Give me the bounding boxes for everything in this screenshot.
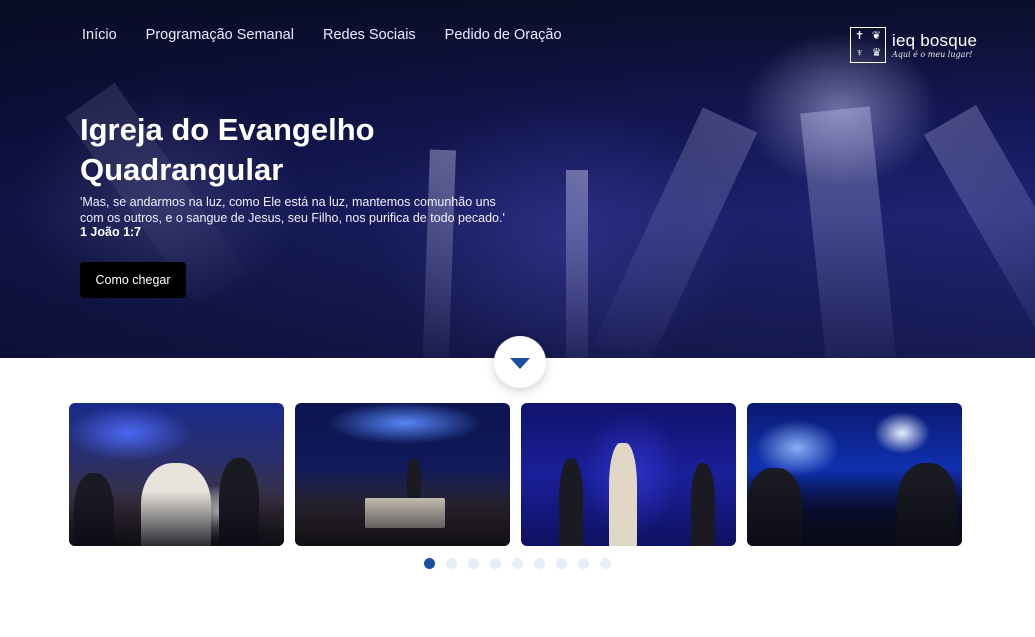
carousel-photo-worship-congregation[interactable]: [69, 403, 284, 546]
nav-item-programacao-semanal[interactable]: Programação Semanal: [146, 27, 294, 43]
logo-emblem: ✝ ❦ ♆ ♛: [850, 27, 886, 63]
crowd-shadow: [69, 491, 284, 546]
hero-title-line1: Igreja do Evangelho: [80, 112, 375, 147]
main-nav: Início Programação Semanal Redes Sociais…: [82, 27, 562, 43]
cup-icon: ♆: [855, 47, 864, 59]
crown-icon: ♛: [871, 47, 882, 59]
hero-title: Igreja do Evangelho Quadrangular: [80, 110, 500, 190]
carousel-dot-1[interactable]: [424, 558, 435, 569]
logo-name: ieq bosque: [892, 30, 978, 50]
carousel-dot-8[interactable]: [578, 558, 589, 569]
chevron-down-icon: [510, 358, 530, 369]
carousel-photo-singers[interactable]: [521, 403, 736, 546]
carousel-photo-stage-preacher[interactable]: [295, 403, 510, 546]
dove-icon: ❦: [871, 30, 882, 42]
hero-banner: Início Programação Semanal Redes Sociais…: [0, 0, 1035, 358]
church-logo[interactable]: ✝ ❦ ♆ ♛ ieq bosque Aqui é o meu lugar!: [850, 27, 977, 63]
cross-icon: ✝: [854, 30, 865, 42]
hero-title-line2: Quadrangular: [80, 152, 284, 187]
carousel-dot-2[interactable]: [446, 558, 457, 569]
carousel-pagination: [424, 558, 611, 569]
guitarist-figure: [691, 463, 715, 546]
singer-figure: [559, 458, 583, 546]
carousel-dot-4[interactable]: [490, 558, 501, 569]
carousel-dot-6[interactable]: [534, 558, 545, 569]
nav-item-inicio[interactable]: Início: [82, 27, 117, 43]
crowd-shadow: [747, 476, 962, 546]
nav-item-pedido-de-oracao[interactable]: Pedido de Oração: [445, 27, 562, 43]
logo-tagline: Aqui é o meu lugar!: [892, 49, 973, 59]
carousel-dot-5[interactable]: [512, 558, 523, 569]
bible-verse-reference: 1 João 1:7: [80, 225, 142, 239]
bible-verse: 'Mas, se andarmos na luz, como Ele está …: [80, 195, 505, 225]
directions-button[interactable]: Como chegar: [80, 262, 186, 298]
nav-item-redes-sociais[interactable]: Redes Sociais: [323, 27, 416, 43]
singer-figure: [609, 443, 637, 546]
carousel-dot-3[interactable]: [468, 558, 479, 569]
logo-wordmark: ieq bosque Aqui é o meu lugar!: [892, 32, 977, 59]
carousel-photo-concert-crowd[interactable]: [747, 403, 962, 546]
crowd-shadow: [295, 491, 510, 546]
carousel-dot-9[interactable]: [600, 558, 611, 569]
scroll-down-button[interactable]: [494, 336, 546, 388]
photo-carousel: [69, 403, 962, 546]
carousel-dot-7[interactable]: [556, 558, 567, 569]
